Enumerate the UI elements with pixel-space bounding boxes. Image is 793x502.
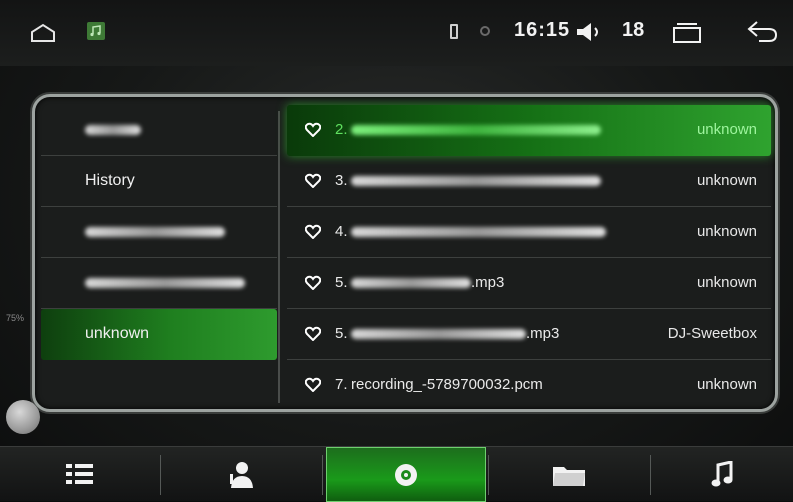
track-row[interactable]: 5. .mp3 unknown <box>287 258 771 309</box>
track-number: 7. <box>335 376 348 393</box>
track-title: .mp3 <box>351 258 504 308</box>
track-title <box>351 156 601 206</box>
heart-icon[interactable] <box>305 224 321 239</box>
volume-icon[interactable] <box>574 20 602 44</box>
heart-icon[interactable] <box>305 173 321 188</box>
recents-icon[interactable] <box>672 22 702 44</box>
tab-playlist[interactable] <box>0 447 160 502</box>
tab-album[interactable] <box>326 447 486 502</box>
heart-icon[interactable] <box>305 275 321 290</box>
heart-icon[interactable] <box>305 122 321 137</box>
blurred-label <box>85 277 245 288</box>
gps-icon <box>480 26 490 36</box>
track-title: .mp3 <box>351 309 559 359</box>
category-item[interactable] <box>41 105 277 156</box>
track-number: 4. <box>335 223 348 240</box>
artist-icon <box>230 461 253 488</box>
track-title <box>351 207 606 257</box>
volume-level: 18 <box>622 19 645 41</box>
category-label: unknown <box>85 325 150 342</box>
heart-icon[interactable] <box>305 326 321 341</box>
tab-music[interactable] <box>651 447 793 502</box>
track-row[interactable]: 3. unknown <box>287 156 771 207</box>
scroll-percent: 75% <box>6 313 25 323</box>
tab-folder[interactable] <box>489 447 649 502</box>
back-icon[interactable] <box>745 18 779 44</box>
sim-icon <box>450 24 458 39</box>
track-artist: unknown <box>696 172 757 189</box>
category-list: History unknown <box>41 105 277 405</box>
category-item[interactable] <box>41 207 277 258</box>
category-item-unknown[interactable]: unknown <box>41 309 277 360</box>
library-panel: History unknown 2. unknown 3. unknown 4.… <box>32 94 778 412</box>
tab-separator <box>322 455 323 495</box>
track-list: 2. unknown 3. unknown 4. unknown 5. .mp3 <box>287 105 771 405</box>
blurred-label <box>85 124 141 135</box>
album-icon <box>395 463 417 486</box>
heart-icon[interactable] <box>305 377 321 392</box>
music-player-screen: 16:15 18 History unknown 2. unknown 3. u… <box>0 0 793 502</box>
track-artist: unknown <box>696 274 757 291</box>
track-artist: DJ-Sweetbox <box>667 325 757 342</box>
scroll-knob[interactable] <box>6 400 40 434</box>
track-title: recording_-5789700032.pcm <box>351 376 543 393</box>
playlist-icon <box>66 463 93 484</box>
category-item[interactable] <box>41 258 277 309</box>
category-item-history[interactable]: History <box>41 156 277 207</box>
track-number: 2. <box>335 121 348 138</box>
track-artist: unknown <box>696 121 757 138</box>
folder-icon <box>553 466 585 486</box>
track-number: 3. <box>335 172 348 189</box>
clock-time: 16:15 <box>514 19 571 41</box>
tab-artist[interactable] <box>161 447 321 502</box>
track-row[interactable]: 7. recording_-5789700032.pcm unknown <box>287 360 771 409</box>
category-label: History <box>85 172 135 189</box>
track-row[interactable]: 2. unknown <box>287 105 771 156</box>
music-note-icon <box>711 460 733 486</box>
status-bar: 16:15 18 <box>0 0 793 66</box>
bottom-tab-bar <box>0 446 793 502</box>
home-icon[interactable] <box>30 23 56 43</box>
track-artist: unknown <box>696 223 757 240</box>
track-title <box>351 105 601 155</box>
track-row[interactable]: 5. .mp3 DJ-Sweetbox <box>287 309 771 360</box>
track-number: 5. <box>335 325 348 342</box>
list-divider <box>278 111 280 403</box>
track-artist: unknown <box>696 376 757 393</box>
track-number: 5. <box>335 274 348 291</box>
blurred-label <box>85 226 225 237</box>
track-row[interactable]: 4. unknown <box>287 207 771 258</box>
app-icon[interactable] <box>87 22 105 40</box>
